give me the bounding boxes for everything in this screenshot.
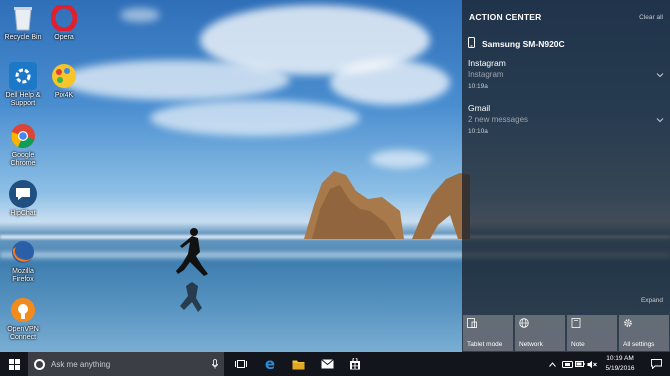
opera-icon: [50, 4, 78, 32]
edge-icon: e: [264, 355, 276, 373]
phone-icon: [468, 37, 475, 50]
taskbar: Ask me anything e 10:19 AM 5/19/2016: [0, 352, 670, 376]
desktop-icon-label: Mozilla Firefox: [12, 268, 34, 283]
notification-icon: [650, 359, 662, 369]
quick-action-label: Note: [571, 341, 585, 348]
wallpaper-cloud: [120, 8, 160, 22]
wallpaper-rock-arch: [304, 171, 470, 239]
search-placeholder: Ask me anything: [51, 359, 111, 369]
cortana-search-box[interactable]: Ask me anything: [28, 352, 224, 376]
clock-time: 10:19 AM: [606, 355, 634, 362]
volume-muted-icon: [587, 360, 597, 368]
notification-body: Instagram: [468, 70, 504, 79]
store-icon: [350, 358, 360, 370]
quick-action-label: Network: [519, 341, 543, 348]
notification-time: 10:10a: [468, 128, 488, 135]
desktop-icon-label: Recycle Bin: [4, 34, 42, 41]
action-center-panel: ACTION CENTER Clear all Samsung SM-N920C…: [462, 0, 670, 352]
desktop-icon-label: OpenVPN Connect: [7, 326, 39, 341]
notification-time: 10:19a: [468, 83, 488, 90]
start-button[interactable]: [0, 352, 28, 376]
notification-instagram[interactable]: Instagram Instagram 10:19a: [468, 58, 664, 90]
dell-support-icon: [9, 62, 37, 90]
wallpaper-runner: [176, 228, 208, 312]
gear-icon: [624, 319, 632, 327]
battery-icon: [575, 361, 585, 367]
desktop-icon-label: Pix4K: [54, 92, 74, 99]
desktop-icon-label: HipChat: [10, 210, 36, 217]
pix4k-icon: [50, 62, 78, 90]
task-view-icon: [235, 360, 247, 368]
windows-logo-icon: [8, 358, 20, 370]
chevron-down-icon[interactable]: [656, 116, 664, 124]
wallpaper-cloud: [150, 100, 360, 136]
device-name: Samsung SM-N920C: [482, 38, 565, 49]
desktop-icon-firefox[interactable]: Mozilla Firefox: [1, 238, 45, 284]
desktop-icon-label: Google Chrome: [10, 152, 36, 167]
connect-phone-tray-button[interactable]: [560, 352, 574, 376]
desktop-icon-hipchat[interactable]: HipChat: [1, 180, 45, 218]
file-explorer-icon: [292, 360, 304, 369]
quick-action-tablet-mode[interactable]: Tablet mode: [463, 315, 513, 351]
chrome-icon: [9, 122, 37, 150]
show-hidden-icons-button[interactable]: [546, 352, 558, 376]
openvpn-icon: [9, 296, 37, 324]
quick-action-note[interactable]: Note: [567, 315, 617, 351]
chevron-up-icon: [548, 361, 556, 367]
expand-button[interactable]: Expand: [641, 297, 663, 304]
notification-app-name: Instagram: [468, 58, 506, 68]
mail-taskbar-button[interactable]: [315, 352, 339, 376]
task-view-button[interactable]: [229, 352, 253, 376]
desktop-icon-recycle-bin[interactable]: Recycle Bin: [1, 4, 45, 42]
clock-date: 5/19/2016: [605, 365, 635, 372]
action-center-button[interactable]: [646, 352, 666, 376]
desktop-icon-dell-support[interactable]: Dell Help & Support: [1, 62, 45, 108]
hipchat-icon: [9, 180, 37, 208]
wallpaper-cloud: [330, 60, 450, 105]
firefox-icon: [9, 238, 37, 266]
network-globe-icon: [519, 318, 529, 328]
cortana-icon: [34, 358, 45, 370]
store-taskbar-button[interactable]: [343, 352, 367, 376]
desktop-icon-pix4k[interactable]: Pix4K: [42, 62, 86, 100]
microphone-icon[interactable]: [212, 359, 218, 369]
desktop-icon-openvpn[interactable]: OpenVPN Connect: [1, 296, 45, 342]
battery-tray-button[interactable]: [574, 352, 586, 376]
recycle-bin-icon: [9, 4, 37, 32]
notification-body: 2 new messages: [468, 115, 529, 124]
desktop-icon-chrome[interactable]: Google Chrome: [1, 122, 45, 168]
edge-taskbar-button[interactable]: e: [258, 352, 282, 376]
desktop-icon-label: Opera: [54, 34, 74, 41]
quick-action-all-settings[interactable]: All settings: [619, 315, 669, 351]
taskbar-clock[interactable]: 10:19 AM 5/19/2016: [597, 354, 643, 374]
mail-icon: [320, 359, 334, 369]
action-center-title: ACTION CENTER: [469, 12, 542, 22]
chevron-down-icon[interactable]: [656, 71, 664, 79]
phone-link-icon: [561, 360, 573, 368]
clear-all-button[interactable]: Clear all: [639, 14, 663, 21]
notification-gmail[interactable]: Gmail 2 new messages 10:10a: [468, 103, 664, 135]
note-icon: [571, 318, 581, 328]
desktop-icon-opera[interactable]: Opera: [42, 4, 86, 42]
quick-action-label: All settings: [623, 341, 655, 348]
quick-action-network[interactable]: Network: [515, 315, 565, 351]
file-explorer-taskbar-button[interactable]: [286, 352, 310, 376]
tablet-mode-icon: [467, 318, 477, 328]
notification-app-name: Gmail: [468, 103, 491, 113]
quick-action-label: Tablet mode: [467, 341, 503, 348]
desktop-icon-label: Dell Help & Support: [5, 92, 41, 107]
connected-device[interactable]: Samsung SM-N920C: [468, 37, 565, 50]
